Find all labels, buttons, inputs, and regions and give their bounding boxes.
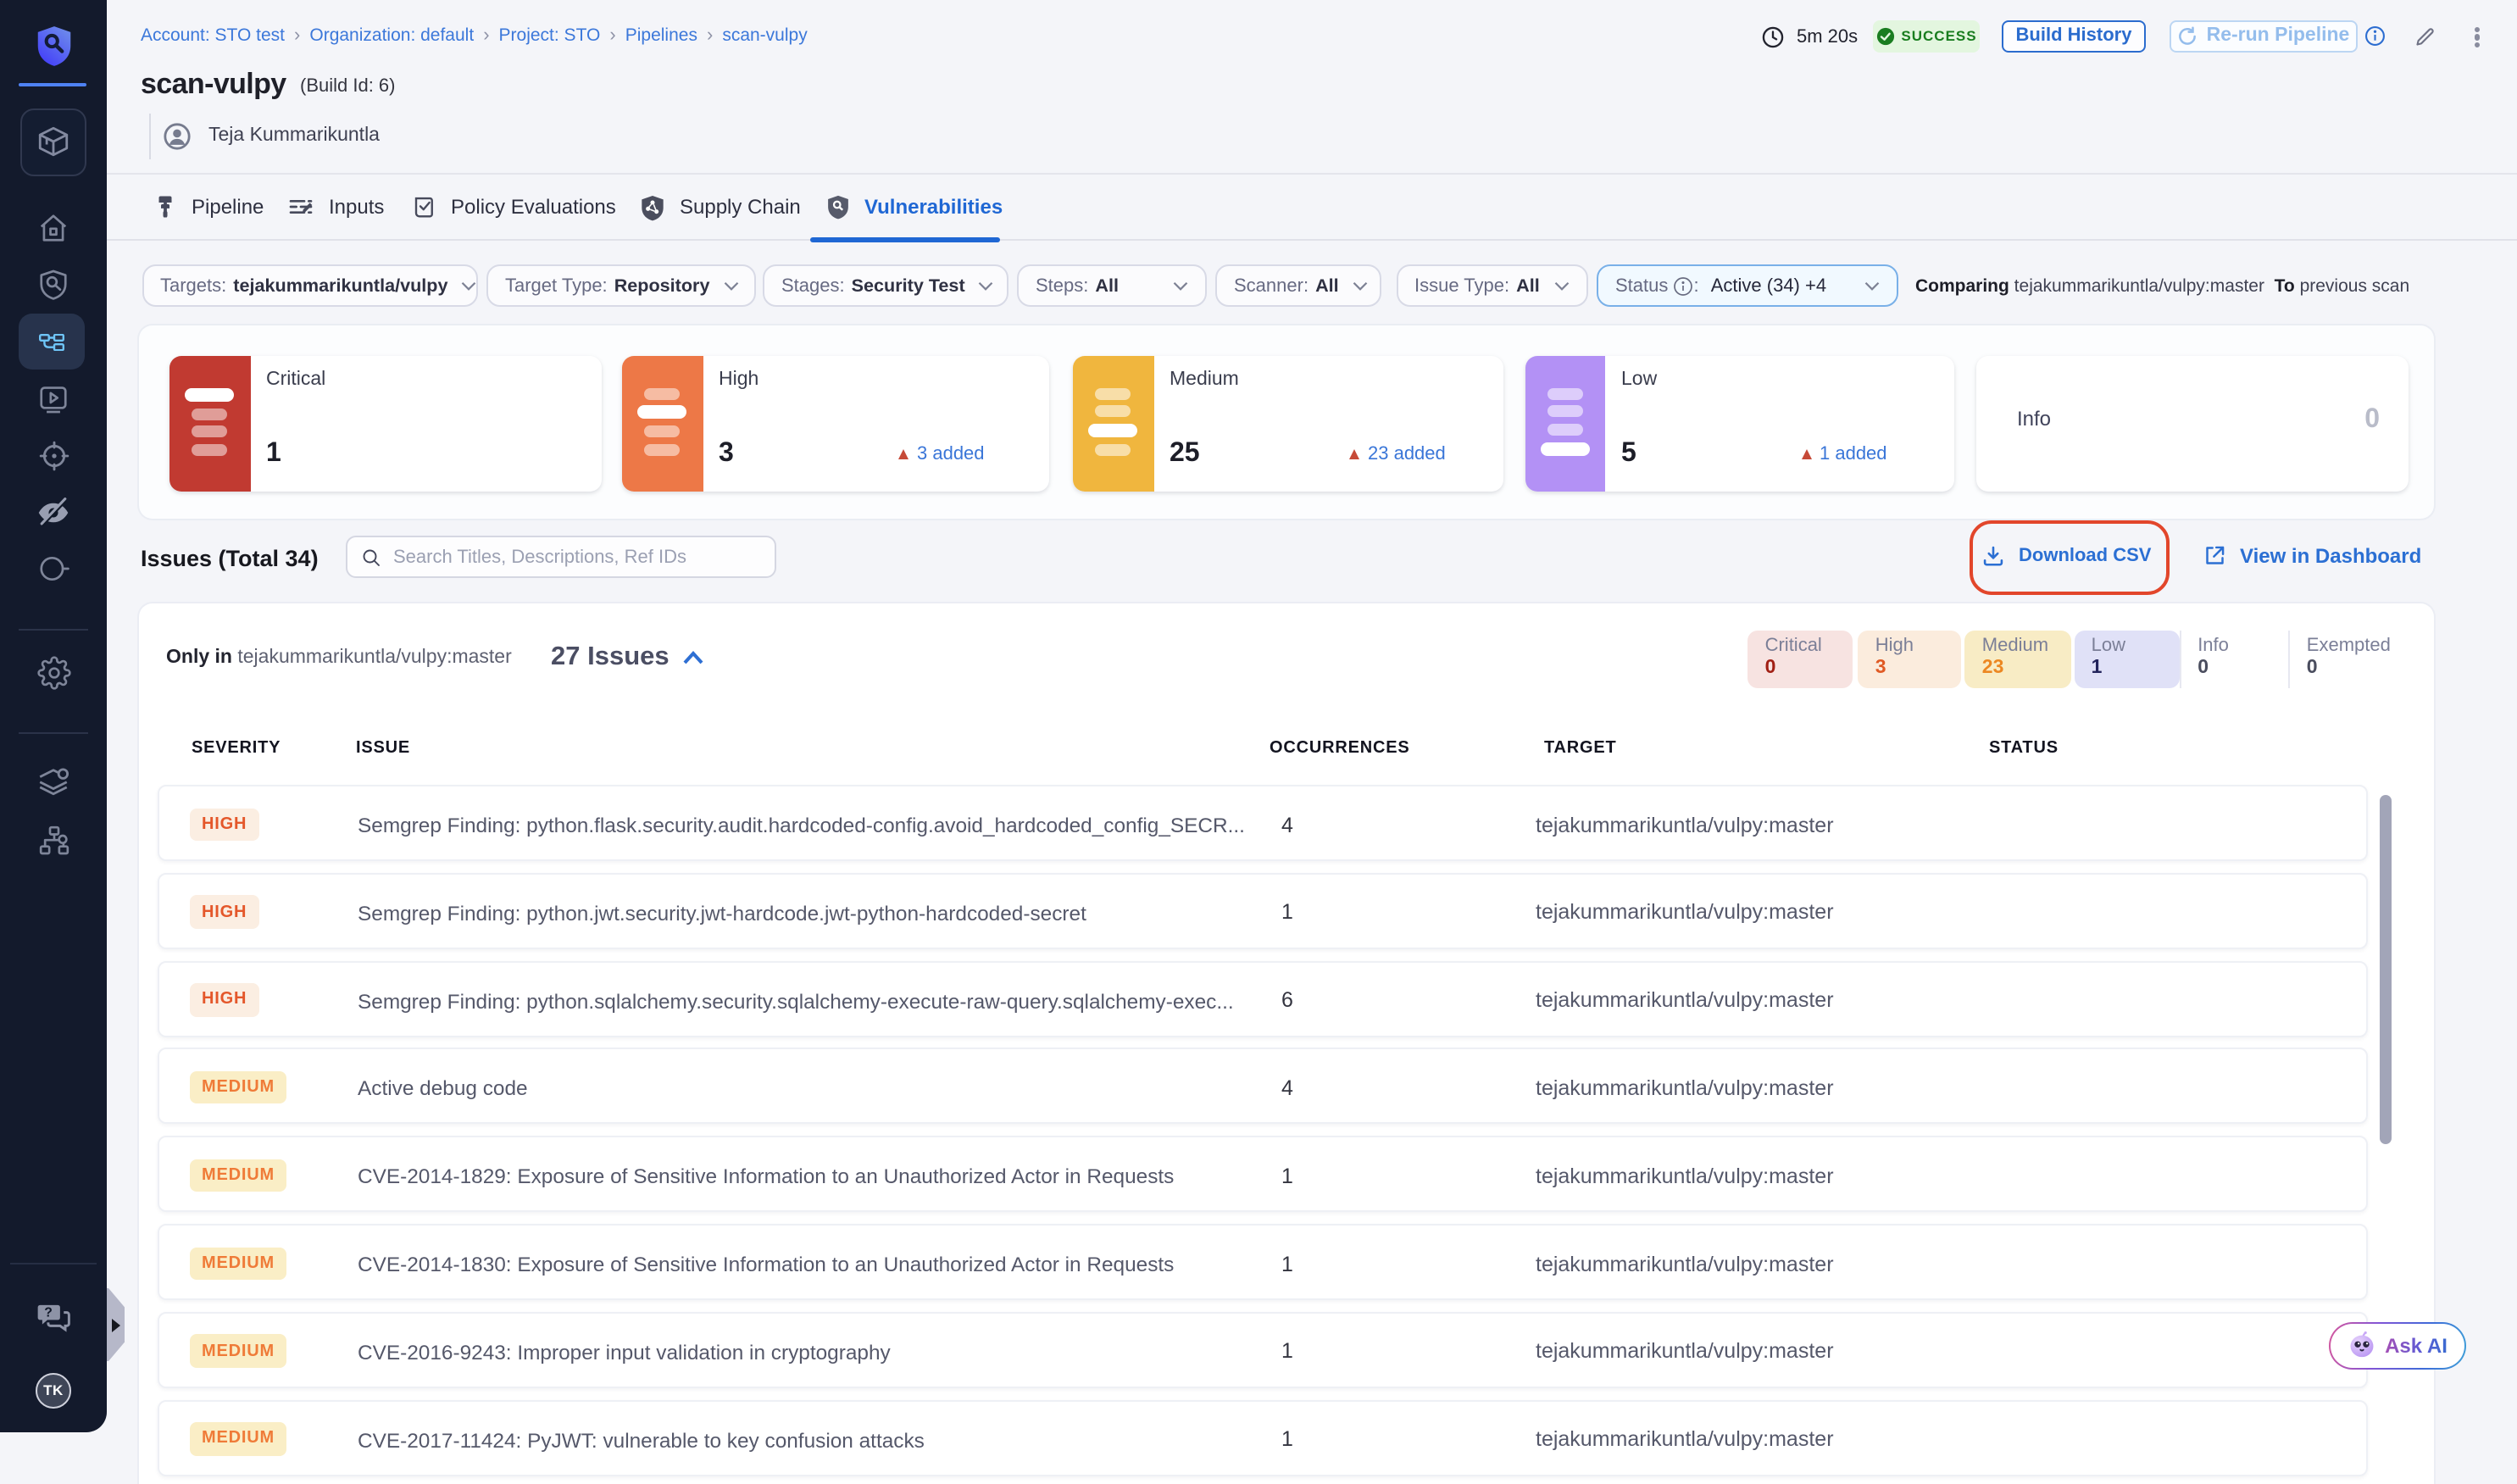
svg-text:?: ? bbox=[44, 1305, 53, 1320]
